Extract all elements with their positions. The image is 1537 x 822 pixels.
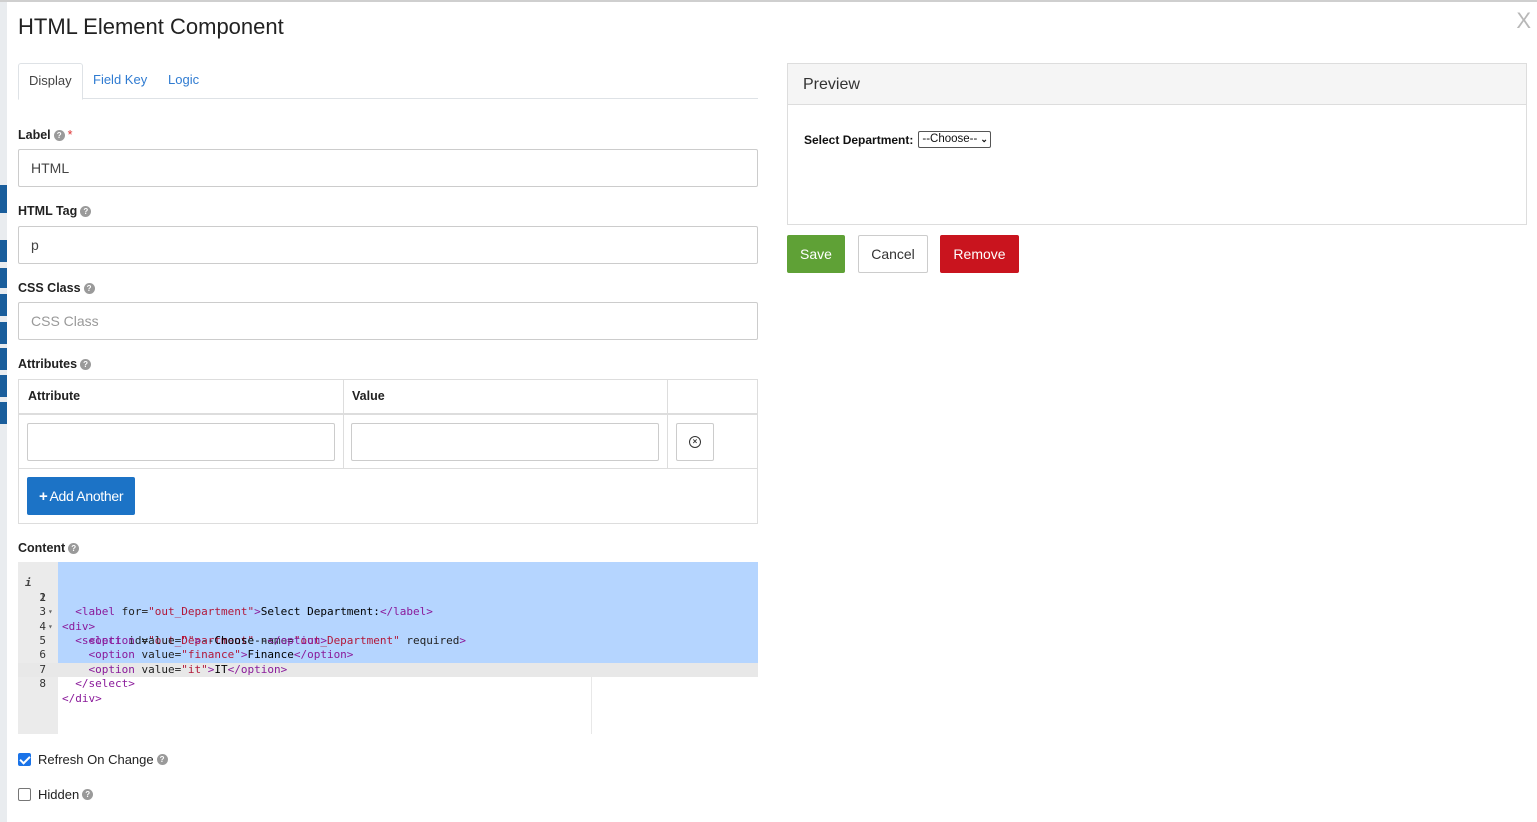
help-icon[interactable]: ?: [53, 130, 65, 141]
attributes-field-label: Attributes?: [18, 357, 92, 371]
select-department-label: Select Department:: [804, 132, 914, 147]
refresh-on-change-label: Refresh On Change: [38, 752, 154, 767]
content-field-label: Content?: [18, 541, 80, 555]
attributes-table: Attribute Value × + Add Another: [18, 379, 758, 524]
css-class-field-label: CSS Class?: [18, 281, 95, 295]
background-strip-mark: [0, 240, 7, 262]
code-line: 3 ▾ <select id="out_Department" name="ou…: [18, 591, 758, 647]
preview-content: Select Department: --Choose-- ⌄: [804, 131, 991, 148]
label-field-label-text: Label: [18, 128, 51, 142]
background-strip-mark: [0, 402, 7, 424]
html-tag-label-text: HTML Tag: [18, 204, 78, 218]
code-line: 7 </select>: [18, 648, 758, 690]
help-icon[interactable]: ?: [80, 206, 92, 217]
background-strip-mark: [0, 348, 7, 370]
attribute-input[interactable]: [27, 423, 335, 461]
help-icon[interactable]: ?: [83, 283, 95, 294]
department-select[interactable]: --Choose-- ⌄: [918, 131, 991, 148]
remove-circle-icon: ×: [689, 436, 701, 448]
modal-top-border: [0, 0, 1537, 2]
code-text: </div>: [62, 691, 102, 705]
background-strip-mark: [0, 375, 7, 397]
attributes-label-text: Attributes: [18, 357, 78, 371]
preview-title: Preview: [788, 64, 1526, 105]
column-header-value: Value: [352, 389, 385, 403]
remove-row-button[interactable]: ×: [676, 423, 714, 461]
code-line: 4 <option value="">--Choose--</option>: [18, 605, 758, 647]
close-button[interactable]: X: [1516, 8, 1531, 34]
line-number: 8: [39, 677, 46, 691]
html-tag-field-label: HTML Tag?: [18, 204, 92, 218]
tab-field-key[interactable]: Field Key: [83, 63, 157, 99]
attributes-table-header: Attribute Value: [19, 380, 757, 415]
modal-title: HTML Element Component: [18, 14, 284, 39]
background-strip-mark: [0, 268, 7, 288]
table-row: ×: [19, 415, 757, 469]
add-another-label: Add Another: [49, 488, 124, 504]
css-class-input[interactable]: CSS Class: [18, 302, 758, 340]
html-tag-input[interactable]: p: [18, 226, 758, 264]
background-sidebar-strip: [0, 0, 7, 822]
remove-button[interactable]: Remove: [940, 235, 1019, 273]
code-editor[interactable]: i 1 ▾ <div> 2 <label for="out_Department…: [18, 562, 758, 734]
chevron-down-icon: ⌄: [980, 134, 988, 144]
preview-panel: Preview Select Department: --Choose-- ⌄: [787, 63, 1527, 225]
refresh-on-change-checkbox[interactable]: [18, 753, 31, 766]
help-icon[interactable]: ?: [68, 543, 80, 554]
required-marker: *: [67, 128, 73, 142]
tab-logic[interactable]: Logic: [158, 63, 209, 99]
refresh-on-change-row: Refresh On Change?: [18, 752, 168, 767]
save-button[interactable]: Save: [787, 235, 845, 273]
help-icon[interactable]: ?: [80, 359, 92, 370]
help-icon[interactable]: ?: [82, 789, 94, 800]
cancel-button[interactable]: Cancel: [858, 235, 928, 273]
code-line: i 1 ▾ <div>: [18, 562, 758, 632]
code-text: </select>: [75, 677, 135, 691]
code-line: 2 <label for="out_Department">Select Dep…: [18, 576, 758, 618]
code-line: 5 <option value="finance">Finance</optio…: [18, 620, 758, 661]
label-input[interactable]: HTML: [18, 149, 758, 187]
tab-display[interactable]: Display: [18, 63, 83, 100]
content-label-text: Content: [18, 541, 66, 555]
background-strip-mark: [0, 185, 7, 213]
add-another-button[interactable]: + Add Another: [27, 477, 136, 515]
value-input[interactable]: [351, 423, 659, 461]
code-line: 8 </div>: [18, 663, 758, 704]
css-class-label-text: CSS Class: [18, 281, 81, 295]
background-strip-mark: [0, 322, 7, 344]
hidden-row: Hidden?: [18, 787, 94, 802]
code-line: 6 <option value="it">IT</option>: [18, 634, 758, 675]
hidden-checkbox[interactable]: [18, 788, 31, 801]
tab-bar: Display Field Key Logic: [18, 63, 758, 100]
label-field-label: Label? *: [18, 128, 73, 142]
department-select-value: --Choose--: [922, 133, 978, 145]
help-icon[interactable]: ?: [156, 754, 168, 765]
plus-icon: +: [39, 488, 48, 505]
background-strip-mark: [0, 294, 7, 316]
column-header-attribute: Attribute: [28, 389, 81, 403]
hidden-label: Hidden: [38, 787, 80, 802]
